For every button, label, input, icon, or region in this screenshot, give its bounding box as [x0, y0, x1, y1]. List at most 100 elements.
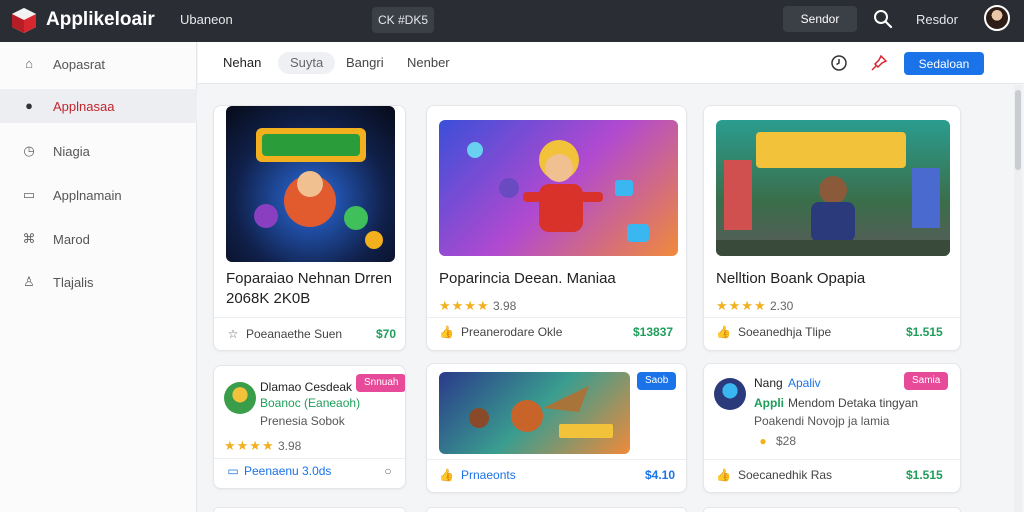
star-outline-icon[interactable]: ☆: [226, 327, 240, 341]
history-icon[interactable]: [830, 54, 848, 72]
pin-icon[interactable]: [870, 54, 888, 72]
divider: [427, 459, 686, 460]
primary-action-button[interactable]: Sedaloan: [904, 52, 984, 75]
coin-icon: ●: [759, 434, 767, 448]
clock-icon: ◷: [23, 143, 35, 158]
user-icon: ●: [25, 98, 33, 113]
thumbs-up-icon[interactable]: 👍: [439, 468, 454, 482]
card-footer-label: Poeanaethe Suen: [246, 327, 343, 341]
stars-icon: ★★★★: [439, 298, 490, 313]
sidebar-item-history[interactable]: ◷ Niagia: [0, 134, 197, 168]
app-logo-icon[interactable]: [10, 6, 38, 34]
card-title: Poparincia Deean. Maniaa: [439, 270, 616, 287]
card-title: Dlamao Cesdeak: [260, 380, 353, 394]
game-thumbnail: [226, 106, 395, 262]
sidebar-item-home[interactable]: ⌂ Aopasrat: [0, 47, 197, 81]
tab-1[interactable]: Nehan: [223, 55, 261, 70]
card-line-2: Boanoc (Eaneaoh): [260, 396, 361, 410]
card-price: $70: [376, 327, 397, 341]
card-rating: ★★★★ 2.30: [716, 298, 793, 314]
card-footer-label: Soecanedhik Ras: [738, 468, 833, 482]
app-icon: [714, 378, 746, 410]
card-line-3: Poakendi Novojp ja lamia: [754, 414, 890, 428]
app-grid: Foparaiao Nehnan Drren 2068K 2K0B ☆ Poea…: [198, 85, 1024, 512]
card-line-2-a: Appli: [754, 396, 784, 410]
card-title: Foparaiao Nehnan Drren: [226, 270, 392, 287]
tab-4[interactable]: Nenber: [407, 55, 450, 70]
rating-value: 3.98: [277, 439, 302, 453]
divider: [704, 317, 960, 318]
calendar-icon: ▭: [22, 187, 36, 202]
status-badge: Samia: [904, 372, 949, 390]
card-title-b: Apaliv: [788, 376, 821, 390]
card-footer-label: Peenaenu 3.0ds: [244, 464, 332, 478]
divider: [214, 317, 405, 318]
card-footer-label: Prnaeonts: [461, 468, 516, 482]
card-rating: ★★★★ 3.98: [224, 438, 301, 454]
game-thumbnail: [439, 120, 678, 256]
card-rating: ★★★★ 3.98: [439, 298, 516, 314]
app-card[interactable]: [703, 507, 961, 512]
app-card[interactable]: [213, 507, 406, 512]
app-card[interactable]: Foparaiao Nehnan Drren 2068K 2K0B ☆ Poea…: [213, 105, 406, 351]
avatar[interactable]: [984, 5, 1010, 31]
sidebar-item-label: Niagia: [53, 143, 90, 159]
card-price: $13837: [633, 325, 674, 339]
card-price: $4.10: [645, 468, 676, 482]
sidebar-item-label: Applnasaa: [53, 98, 115, 114]
sidebar: ⌂ Aopasrat ● Applnasaa ◷ Niagia ▭ Applna…: [0, 42, 197, 512]
message-icon[interactable]: ▭: [226, 464, 240, 478]
card-footer-label: Preanerodare Okle: [461, 325, 563, 339]
game-thumbnail: [716, 120, 950, 256]
send-button-label: Sendor: [800, 12, 840, 26]
app-card[interactable]: Saob 👍 Prnaeonts $4.10: [426, 363, 687, 493]
search-icon[interactable]: [872, 8, 894, 30]
shop-icon: ♙: [23, 274, 35, 289]
card-footer-label: Soeanedhja Tlipe: [738, 325, 832, 339]
top-bar: Applikeloair Ubaneon CK #DK5 Sendor Resd…: [0, 0, 1024, 42]
game-thumbnail: [439, 372, 630, 454]
user-name[interactable]: Resdor: [916, 12, 958, 27]
sidebar-item-tags[interactable]: ⌘ Marod: [0, 222, 197, 256]
sidebar-item-shop[interactable]: ♙ Tlajalis: [0, 265, 197, 299]
thumbs-up-icon[interactable]: 👍: [716, 325, 731, 339]
radio-icon[interactable]: ○: [381, 464, 395, 478]
sub-header: Nehan Suyta Bangri Nenber Sedaloan: [198, 42, 1024, 84]
sidebar-item-label: Aopasrat: [53, 56, 106, 72]
status-badge: Saob: [637, 372, 677, 390]
sidebar-item-label: Applnamain: [53, 187, 122, 203]
scrollbar-thumb[interactable]: [1015, 90, 1021, 170]
divider: [427, 317, 686, 318]
tag-icon: ⌘: [22, 231, 36, 246]
top-nav-link[interactable]: Ubaneon: [180, 12, 233, 27]
app-card[interactable]: Poparincia Deean. Maniaa ★★★★ 3.98 👍 Pre…: [426, 105, 687, 351]
card-line-3: Prenesia Sobok: [260, 414, 345, 428]
card-rating: $28: [776, 434, 797, 448]
app-card[interactable]: [426, 507, 687, 512]
sidebar-item-calendar[interactable]: ▭ Applnamain: [0, 178, 197, 212]
card-price: $1.515: [906, 325, 943, 339]
stars-icon: ★★★★: [716, 298, 767, 313]
card-price: $1.515: [906, 468, 943, 482]
home-icon: ⌂: [25, 56, 33, 71]
sidebar-item-label: Tlajalis: [53, 274, 94, 290]
stars-icon: ★★★★: [224, 438, 275, 453]
app-icon: [224, 382, 256, 414]
send-button[interactable]: Sendor: [783, 6, 857, 32]
divider: [214, 458, 405, 459]
card-subtitle: 2068K 2K0B: [226, 290, 311, 307]
status-badge: Snnuah: [356, 374, 405, 392]
tab-2[interactable]: Suyta: [278, 52, 336, 74]
card-title-a: Nang: [754, 376, 783, 390]
thumbs-up-icon[interactable]: 👍: [439, 325, 454, 339]
top-center-button[interactable]: CK #DK5: [372, 7, 434, 33]
app-card[interactable]: Nang Apaliv Samia Appli Mendom Detaka ti…: [703, 363, 961, 493]
app-name: Applikeloair: [46, 9, 155, 30]
card-title: Nelltion Boank Opapia: [716, 270, 866, 287]
sidebar-item-apps[interactable]: ● Applnasaa: [0, 89, 197, 123]
rating-value: 3.98: [492, 299, 517, 313]
app-card[interactable]: Nelltion Boank Opapia ★★★★ 2.30 👍 Soeane…: [703, 105, 961, 351]
tab-3[interactable]: Bangri: [346, 55, 384, 70]
app-card[interactable]: Dlamao Cesdeak Snnuah Boanoc (Eaneaoh) P…: [213, 365, 406, 489]
thumbs-up-icon[interactable]: 👍: [716, 468, 731, 482]
